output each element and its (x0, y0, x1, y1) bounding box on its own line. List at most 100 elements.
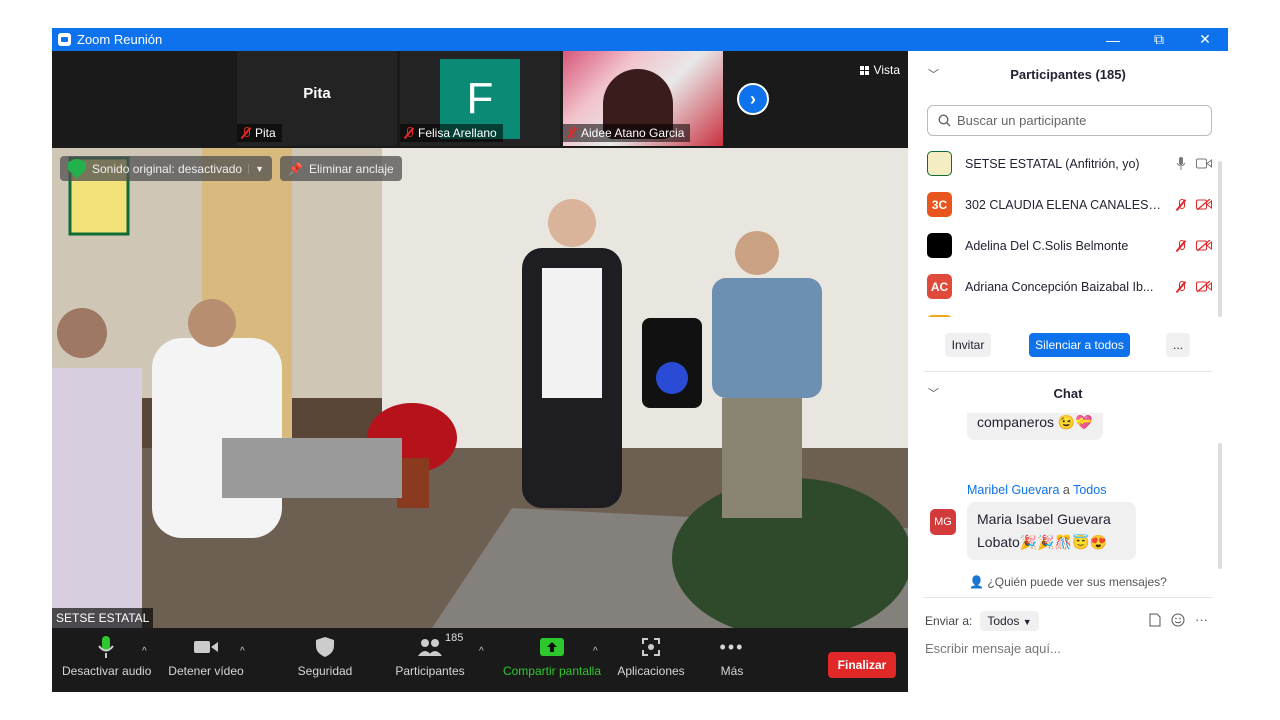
mute-all-button[interactable]: Silenciar a todos (1029, 333, 1130, 357)
emoji-icon[interactable] (1171, 613, 1185, 627)
audio-options-caret[interactable]: ^ (142, 646, 147, 657)
participant-name: Adelina Del C.Solis Belmonte (965, 238, 1129, 253)
gallery-strip: Pita Pita F Felisa Arellano Aidee Atano … (52, 51, 908, 146)
participant-row[interactable] (908, 307, 1218, 317)
participant-row[interactable]: SETSE ESTATAL (Anfitrión, yo) (908, 143, 1218, 184)
participants-options-caret[interactable]: ^ (479, 646, 484, 657)
video-options-caret[interactable]: ^ (240, 646, 245, 657)
send-to-label: Enviar a: (925, 614, 973, 628)
collapse-chevron-icon[interactable]: ﹀ (928, 66, 939, 82)
participant-name: SETSE ESTATAL (Anfitrión, yo) (965, 156, 1140, 171)
chat-title: Chat (1053, 385, 1083, 401)
participant-status-icons (1176, 280, 1212, 293)
tile-name-label: Pita (237, 124, 282, 142)
shield-icon (290, 634, 360, 660)
participant-status-icons (1176, 239, 1212, 252)
mic-muted-icon (567, 127, 577, 139)
divider (924, 371, 1212, 372)
chat-recipient: Todos (1073, 483, 1107, 497)
mute-audio-button[interactable]: Desactivar audio (62, 634, 152, 678)
microphone-icon (62, 634, 150, 660)
person-lock-icon: 👤 (969, 575, 985, 589)
restore-button[interactable]: ⧉ (1136, 28, 1182, 51)
close-button[interactable]: ✕ (1182, 28, 1228, 51)
video-overlay-toolbar: Sonido original: desactivado ▼ 📌 Elimina… (60, 156, 402, 181)
original-sound-toggle[interactable]: Sonido original: desactivado ▼ (60, 156, 273, 181)
participants-count: 185 (445, 632, 464, 644)
apps-icon (614, 634, 688, 660)
more-label: Más (720, 664, 744, 678)
participant-tile-aidee[interactable]: Aidee Atano Garcia (563, 51, 723, 146)
more-button[interactable]: ••• Más (710, 634, 754, 679)
participant-search-input[interactable]: Buscar un participante (927, 105, 1212, 136)
avatar (927, 315, 952, 317)
chat-message-input[interactable]: Escribir mensaje aquí... (925, 641, 1061, 656)
mute-audio-label: Desactivar audio (62, 664, 152, 678)
grid-icon (859, 65, 869, 75)
chat-message-line: Maria Isabel Guevara (977, 511, 1111, 527)
send-to-row: Enviar a: Todos ▼ (925, 611, 1039, 631)
participant-row[interactable]: Adelina Del C.Solis Belmonte (908, 225, 1218, 266)
chat-message-line: Lobato🎉🎉🎊😇😍 (977, 534, 1107, 550)
tile-name: Aidee Atano Garcia (581, 126, 685, 140)
tile-name: Felisa Arellano (418, 126, 497, 140)
chat-messages: companeros 😉💝 Maribel Guevara a Todos MG… (908, 413, 1228, 573)
zoom-window: Zoom Reunión — ⧉ ✕ Pita Pita F Felisa Ar… (52, 28, 1228, 692)
chevron-right-icon[interactable]: › (737, 83, 769, 115)
security-button[interactable]: Seguridad (290, 634, 360, 678)
message-visibility-link[interactable]: 👤 ¿Quién puede ver sus mensajes? (908, 575, 1228, 589)
avatar (927, 233, 952, 258)
share-screen-label: Compartir pantalla (502, 664, 602, 678)
avatar: AC (927, 274, 952, 299)
participants-scrollbar[interactable] (1218, 161, 1222, 317)
invite-button[interactable]: Invitar (945, 333, 991, 357)
tile-display-name: Pita (303, 85, 331, 102)
participant-tile-pita[interactable]: Pita Pita (237, 51, 397, 146)
microphone-icon (1176, 156, 1186, 170)
unpin-button[interactable]: 📌 Eliminar anclaje (280, 156, 402, 181)
video-area: Pita Pita F Felisa Arellano Aidee Atano … (52, 51, 908, 628)
avatar: 3C (927, 192, 952, 217)
chat-sender: Maribel Guevara (967, 483, 1060, 497)
title-bar: Zoom Reunión — ⧉ ✕ (52, 28, 1228, 51)
video-camera-icon (1196, 158, 1212, 169)
zoom-app-icon (58, 33, 71, 46)
file-icon[interactable] (1149, 613, 1161, 627)
side-panel: ﹀ Participantes (185) Buscar un particip… (908, 51, 1228, 692)
minimize-button[interactable]: — (1090, 28, 1136, 51)
original-sound-label: Sonido original: desactivado (92, 161, 243, 176)
chat-sender-line: Maribel Guevara a Todos (967, 483, 1106, 497)
send-to-value: Todos (987, 614, 1020, 628)
stop-video-label: Detener vídeo (168, 664, 244, 678)
share-options-caret[interactable]: ^ (593, 646, 598, 657)
share-screen-button[interactable]: Compartir pantalla (500, 634, 604, 678)
participant-tile-felisa[interactable]: F Felisa Arellano (400, 51, 560, 146)
chevron-down-icon[interactable]: ▼ (248, 163, 264, 174)
video-off-icon (1196, 281, 1212, 292)
chat-input-tools: ··· (1149, 612, 1208, 627)
search-icon (938, 114, 951, 127)
encryption-shield-icon (68, 158, 86, 179)
participant-row[interactable]: 3C 302 CLAUDIA ELENA CANALES ... (908, 184, 1218, 225)
main-speaker-video: Sonido original: desactivado ▼ 📌 Elimina… (52, 148, 908, 628)
share-screen-icon (500, 634, 604, 660)
chat-header: ﹀ Chat (908, 373, 1228, 413)
view-button[interactable]: Vista (859, 63, 900, 77)
window-title: Zoom Reunión (77, 32, 163, 47)
participant-row[interactable]: AC Adriana Concepción Baizabal Ib... (908, 266, 1218, 307)
collapse-chevron-icon[interactable]: ﹀ (928, 385, 939, 401)
participants-label: Participantes (395, 664, 465, 678)
stop-video-button[interactable]: Detener vídeo (166, 634, 246, 678)
end-meeting-button[interactable]: Finalizar (828, 652, 896, 678)
more-dots-icon[interactable]: ··· (1195, 612, 1208, 627)
mic-muted-icon (241, 127, 251, 139)
more-dots-icon: ••• (719, 636, 745, 657)
participants-more-button[interactable]: ... (1166, 333, 1190, 357)
chat-to-word: a (1062, 483, 1070, 497)
participant-list: SETSE ESTATAL (Anfitrión, yo) 3C 302 CLA… (908, 143, 1218, 317)
chat-scrollbar[interactable] (1218, 443, 1222, 569)
avatar (927, 151, 952, 176)
send-to-select[interactable]: Todos ▼ (980, 611, 1039, 631)
mic-muted-icon (1176, 280, 1186, 293)
apps-button[interactable]: Aplicaciones (614, 634, 688, 678)
